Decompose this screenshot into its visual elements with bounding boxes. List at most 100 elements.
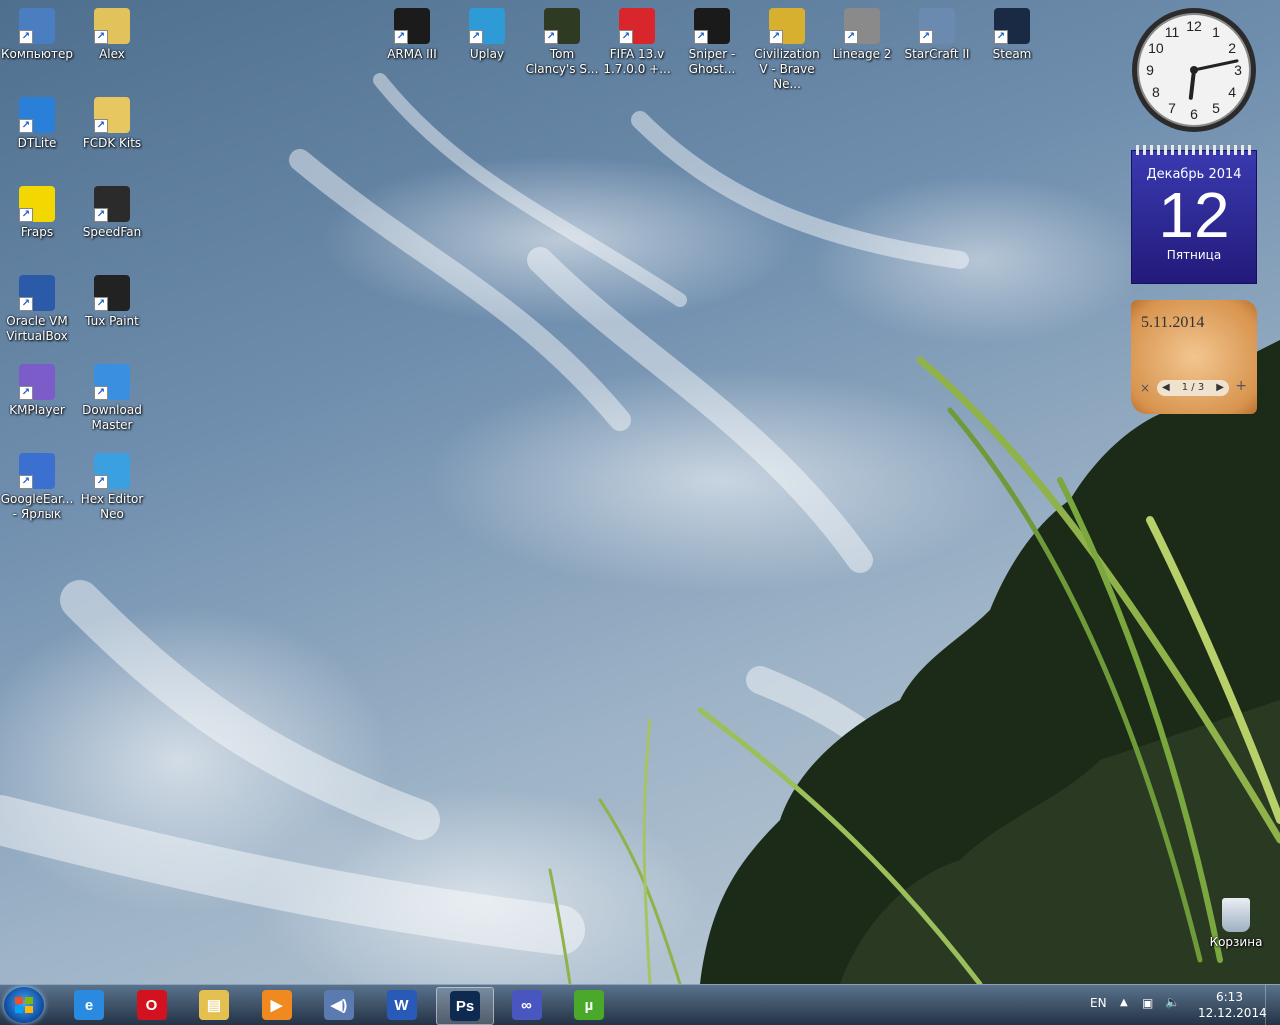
recycle-bin-label: Корзина [1209, 935, 1263, 949]
shortcut-arrow-icon: ↗ [94, 119, 108, 133]
utorrent-icon: µ [574, 990, 604, 1020]
volume-icon[interactable]: 🔈 [1165, 995, 1180, 1009]
shortcut-arrow-icon: ↗ [469, 30, 483, 44]
civilization-icon: ↗ [769, 8, 805, 44]
desktop-icon-label: Hex Editor Neo [80, 492, 144, 521]
desktop-icon-label: SpeedFan [82, 225, 142, 239]
desktop-icon[interactable]: ↗ Civilization V - Brave Ne... [750, 4, 824, 92]
desktop-icon-label: Fraps [20, 225, 54, 239]
desktop-icon[interactable]: ↗ Download Master [75, 360, 149, 433]
shortcut-arrow-icon: ↗ [94, 208, 108, 222]
clock-numeral: 1 [1212, 24, 1220, 40]
tray-expand-icon[interactable]: ▲ [1120, 997, 1128, 1008]
start-button[interactable] [4, 987, 44, 1023]
google-earth-icon: ↗ [19, 453, 55, 489]
kmplayer-icon: ↗ [19, 364, 55, 400]
recycle-bin[interactable]: Корзина [1199, 894, 1273, 950]
shortcut-arrow-icon: ↗ [94, 30, 108, 44]
desktop-icon[interactable]: ↗ GoogleEar... - Ярлык [0, 449, 74, 522]
shortcut-arrow-icon: ↗ [19, 119, 33, 133]
desktop-icon[interactable]: ↗ ARMA III [375, 4, 449, 62]
speedfan-icon: ↗ [94, 186, 130, 222]
taskbar-media-button[interactable]: ▶ [249, 987, 305, 1023]
taskbar-utorrent-button[interactable]: µ [561, 987, 617, 1023]
desktop-icon[interactable]: ↗ DTLite [0, 93, 74, 151]
shortcut-arrow-icon: ↗ [94, 475, 108, 489]
desktop-icon[interactable]: ↗ Tux Paint [75, 271, 149, 329]
taskbar-ie-button[interactable]: e [61, 987, 117, 1023]
shortcut-arrow-icon: ↗ [544, 30, 558, 44]
fraps-icon: ↗ [19, 186, 55, 222]
notes-gadget[interactable]: 5.11.2014 × ◀ 1 / 3 ▶ + [1131, 300, 1257, 414]
shortcut-arrow-icon: ↗ [694, 30, 708, 44]
note-add-icon[interactable]: + [1235, 378, 1247, 394]
user-folder-icon: ↗ [94, 8, 130, 44]
desktop-icon-label: Sniper - Ghost... [688, 47, 736, 76]
photoshop-icon: Ps [450, 991, 480, 1021]
clock-numeral: 4 [1228, 84, 1236, 100]
desktop-icon[interactable]: ↗ Uplay [450, 4, 524, 62]
desktop-icon-label: Uplay [469, 47, 505, 61]
desktop-icon[interactable]: ↗ Oracle VM VirtualBox [0, 271, 74, 344]
desktop-icon[interactable]: ↗ Hex Editor Neo [75, 449, 149, 522]
desktop-icon[interactable]: ↗ Компьютер [0, 4, 74, 62]
desktop-icon[interactable]: ↗ FIFA 13.v 1.7.0.0 +... [600, 4, 674, 77]
folder-icon: ↗ [94, 97, 130, 133]
desktop-icon[interactable]: ↗ Alex [75, 4, 149, 62]
language-indicator[interactable]: EN [1090, 996, 1107, 1010]
taskbar-photoshop-button[interactable]: Ps [436, 987, 494, 1025]
desktop-icon-label: Civilization V - Brave Ne... [754, 47, 820, 91]
desktop-icon-label: StarCraft II [904, 47, 970, 61]
desktop-icon-label: Tom Clancy's S... [525, 47, 599, 76]
desktop-icon[interactable]: ↗ StarCraft II [900, 4, 974, 62]
desktop-icon[interactable]: ↗ Lineage 2 [825, 4, 899, 62]
note-pager[interactable]: ◀ 1 / 3 ▶ [1157, 380, 1229, 396]
desktop-icon[interactable]: ↗ SpeedFan [75, 182, 149, 240]
pager-prev-icon[interactable]: ◀ [1162, 380, 1170, 396]
note-text[interactable]: 5.11.2014 [1141, 314, 1204, 332]
shortcut-arrow-icon: ↗ [19, 475, 33, 489]
desktop-icon-label: DTLite [17, 136, 57, 150]
desktop-icon[interactable]: ↗ Tom Clancy's S... [525, 4, 599, 77]
calendar-gadget[interactable]: Декабрь 2014 12 Пятница [1131, 145, 1257, 284]
desktop-icon[interactable]: ↗ KMPlayer [0, 360, 74, 418]
desktop-icon[interactable]: ↗ Fraps [0, 182, 74, 240]
desktop-icon[interactable]: ↗ Steam [975, 4, 1049, 62]
note-close-icon[interactable]: × [1140, 381, 1150, 395]
shortcut-arrow-icon: ↗ [19, 208, 33, 222]
clock-numeral: 6 [1190, 106, 1198, 122]
taskbar-infinity-button[interactable]: ∞ [499, 987, 555, 1023]
internet-explorer-icon: e [74, 990, 104, 1020]
network-icon[interactable]: ▣ [1142, 996, 1153, 1010]
clock-numeral: 2 [1228, 40, 1236, 56]
clock-numeral: 12 [1186, 18, 1202, 34]
desktop-icon-label: ARMA III [387, 47, 437, 61]
clock-numeral: 11 [1165, 24, 1180, 40]
calendar-rings [1136, 145, 1252, 155]
opera-icon: O [136, 990, 167, 1020]
desktop: ↗ Компьютер ↗ Alex ↗ DTLite ↗ FCDK Kits ↗ Fraps ↗ S… [0, 0, 1280, 984]
desktop-icon[interactable]: ↗ FCDK Kits [75, 93, 149, 151]
shortcut-arrow-icon: ↗ [619, 30, 633, 44]
taskbar-word-button[interactable]: W [374, 987, 430, 1023]
splinter-cell-icon: ↗ [544, 8, 580, 44]
wallpaper [0, 73, 1280, 984]
desktop-icon-label: FIFA 13.v 1.7.0.0 +... [603, 47, 671, 76]
taskbar-opera-button[interactable]: O [124, 987, 180, 1023]
download-master-icon: ↗ [94, 364, 130, 400]
shortcut-arrow-icon: ↗ [919, 30, 933, 44]
media-player-icon: ▶ [261, 990, 292, 1020]
shortcut-arrow-icon: ↗ [994, 30, 1008, 44]
show-desktop-button[interactable] [1265, 985, 1280, 1025]
shortcut-arrow-icon: ↗ [844, 30, 858, 44]
taskbar-explorer-button[interactable]: ▤ [186, 987, 242, 1023]
desktop-icon[interactable]: ↗ Sniper - Ghost... [675, 4, 749, 77]
tray-date[interactable]: 12.12.2014 [1198, 1006, 1267, 1020]
desktop-icon-label: Steam [992, 47, 1032, 61]
shortcut-arrow-icon: ↗ [769, 30, 783, 44]
taskbar-volume-mixer-button[interactable]: ◀) [311, 987, 367, 1023]
hex-editor-icon: ↗ [94, 453, 130, 489]
pager-next-icon[interactable]: ▶ [1216, 380, 1224, 396]
clock-gadget[interactable]: 12 12 3 45678 9 1011 [1130, 6, 1258, 134]
tray-time[interactable]: 6:13 [1216, 990, 1243, 1004]
